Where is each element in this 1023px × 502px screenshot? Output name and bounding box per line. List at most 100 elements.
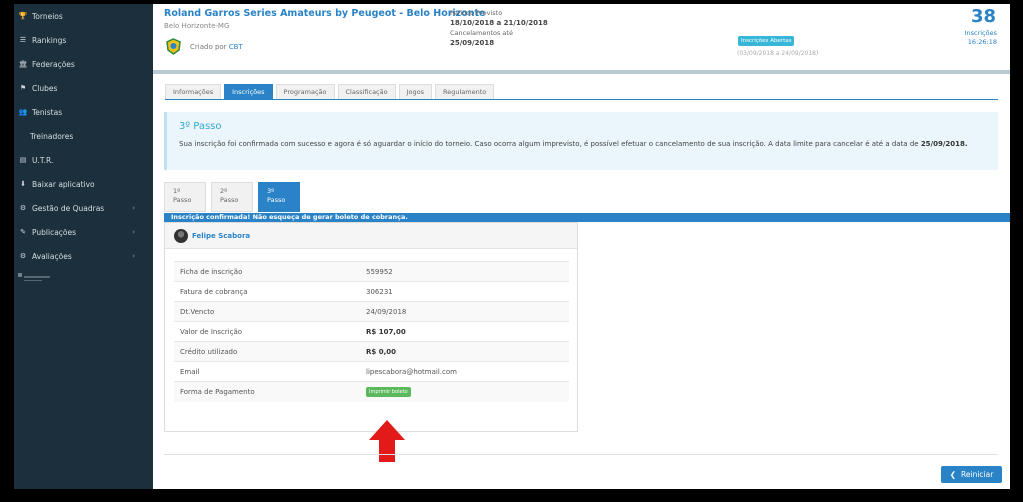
sidebar-item-publicacoes[interactable]: ✎ Publicações › <box>14 220 153 244</box>
step-2[interactable]: 2º Passo <box>211 182 253 212</box>
created-by: Criado por CBT <box>190 43 243 51</box>
red-arrow-up-icon <box>369 420 405 462</box>
step-3[interactable]: 3º Passo <box>258 182 300 212</box>
gear-icon: ⚙ <box>19 252 27 260</box>
table-row: Valor de Inscrição R$ 107,00 <box>174 321 569 342</box>
created-by-label: Criado por <box>190 43 227 51</box>
detail-label: Fatura de cobrança <box>174 281 360 302</box>
sidebar-item-avaliacoes[interactable]: ⚙ Avaliações › <box>14 244 153 268</box>
cbt-logo-icon <box>166 38 181 55</box>
reiniciar-label: Reiniciar <box>961 470 994 479</box>
tab-jogos[interactable]: Jogos <box>398 84 432 100</box>
detail-value: 24/09/2018 <box>360 301 569 322</box>
registration-panel: Felipe Scabora Ficha de inscrição 559952… <box>164 222 578 432</box>
registrations-label: Inscrições 16:26:18 <box>965 29 997 47</box>
print-boleto-button[interactable]: Imprimir boleto <box>366 386 411 397</box>
sidebar-item-treinadores[interactable]: Treinadores <box>14 124 153 148</box>
list-icon: ☰ <box>19 36 27 44</box>
tab-inscricoes[interactable]: Inscrições <box>224 84 273 100</box>
sidebar-brand-logo <box>14 268 153 290</box>
detail-value: R$ 107,00 <box>360 321 569 342</box>
step-label: Passo <box>220 196 239 204</box>
sidebar-item-torneios[interactable]: 🏆 Torneios <box>14 4 153 28</box>
detail-value: 559952 <box>360 261 569 282</box>
step-1[interactable]: 1º Passo <box>164 182 206 212</box>
users-icon: 👥 <box>18 108 28 116</box>
table-row: Crédito utilizado R$ 0,00 <box>174 341 569 362</box>
step-info-box: 3º Passo Sua inscrição foi confirmada co… <box>164 112 998 170</box>
sidebar: 🏆 Torneios ☰ Rankings 🏛 Federações ⚑ Clu… <box>14 4 153 489</box>
tab-regulamento[interactable]: Regulamento <box>434 84 495 100</box>
main-content: Roland Garros Series Amateurs by Peugeot… <box>153 4 1010 489</box>
sidebar-item-utr[interactable]: ▤ U.T.R. <box>14 148 153 172</box>
sidebar-item-federacoes[interactable]: 🏛 Federações <box>14 52 153 76</box>
sidebar-item-label: Baixar aplicativo <box>32 179 95 189</box>
user-row: Felipe Scabora <box>165 223 577 249</box>
sidebar-item-gestao-de-quadras[interactable]: ⚙ Gestão de Quadras › <box>14 196 153 220</box>
reiniciar-button[interactable]: ❮ Reiniciar <box>941 466 1002 483</box>
created-by-link[interactable]: CBT <box>229 43 243 51</box>
tab-classificacao[interactable]: Classificação <box>337 84 396 100</box>
sidebar-item-label: Federações <box>32 59 75 69</box>
step-title: 3º Passo <box>179 121 222 132</box>
detail-value: lipescabora@hotmail.com <box>360 361 569 382</box>
registrations-count: 38 <box>970 6 996 27</box>
registration-details-table: Ficha de inscrição 559952 Fatura de cobr… <box>174 261 569 402</box>
detail-value: 306231 <box>360 281 569 302</box>
sidebar-item-label: Avaliações <box>32 251 72 261</box>
sidebar-item-label: Tenistas <box>32 107 63 117</box>
table-row: Ficha de inscrição 559952 <box>174 261 569 282</box>
status-badge: Inscrições Abertas <box>738 36 795 46</box>
detail-label: Dt.Vencto <box>174 301 360 322</box>
sidebar-item-tenistas[interactable]: 👥 Tenistas <box>14 100 153 124</box>
edit-icon: ✎ <box>20 228 26 236</box>
tab-programacao[interactable]: Programação <box>275 84 335 100</box>
tournament-city: Belo Horizonte-MG <box>164 22 230 30</box>
step-indicator: 1º Passo 2º Passo 3º Passo <box>164 182 300 212</box>
user-name[interactable]: Felipe Scabora <box>192 232 250 240</box>
registrations-count-label: Inscrições <box>964 29 997 37</box>
detail-value: R$ 0,00 <box>360 341 569 362</box>
step-label: Passo <box>173 196 192 204</box>
sidebar-item-label: Publicações <box>32 227 77 237</box>
step-text: Sua inscrição foi confirmada com sucesso… <box>179 140 968 148</box>
avatar <box>174 228 188 243</box>
gear-icon: ⚙ <box>19 204 27 212</box>
table-row: Email lipescabora@hotmail.com <box>174 361 569 382</box>
detail-label: Valor de Inscrição <box>174 321 360 342</box>
step-number: 3º <box>267 187 275 195</box>
step-label: Passo <box>267 196 286 204</box>
sidebar-item-label: Clubes <box>32 83 58 93</box>
sidebar-item-label: U.T.R. <box>32 155 54 165</box>
chevron-right-icon: › <box>132 252 135 260</box>
period-value: 18/10/2018 a 21/10/2018 <box>450 19 548 27</box>
period-label: Período Previsto <box>450 9 503 17</box>
sidebar-item-baixar-aplicativo[interactable]: ⬇ Baixar aplicativo <box>14 172 153 196</box>
sidebar-item-rankings[interactable]: ☰ Rankings <box>14 28 153 52</box>
step-number: 2º <box>220 187 228 195</box>
table-row: Forma de Pagamento Imprimir boleto <box>174 381 569 402</box>
detail-label: Crédito utilizado <box>174 341 360 362</box>
detail-label: Forma de Pagamento <box>174 381 360 402</box>
tournament-title[interactable]: Roland Garros Series Amateurs by Peugeot… <box>164 8 485 19</box>
registration-period: (03/09/2018 a 24/09/2018) <box>737 50 819 57</box>
detail-value: Imprimir boleto <box>360 381 569 402</box>
flag-icon: ⚑ <box>19 84 27 92</box>
tournament-dates: Período Previsto 18/10/2018 a 21/10/2018… <box>450 8 548 48</box>
countdown-timer: 16:26:18 <box>967 38 997 46</box>
step-text-body: Sua inscrição foi confirmada com sucesso… <box>179 140 921 148</box>
chevron-right-icon: › <box>132 228 135 236</box>
sidebar-item-label: Treinadores <box>30 131 74 141</box>
footer-divider <box>164 454 998 455</box>
sidebar-item-clubes[interactable]: ⚑ Clubes <box>14 76 153 100</box>
tabs-underline <box>165 99 998 100</box>
trophy-icon: 🏆 <box>18 12 28 20</box>
tab-informacoes[interactable]: Informações <box>165 84 222 100</box>
header-divider <box>153 70 1010 74</box>
brand-logo-icon <box>18 273 50 281</box>
table-row: Dt.Vencto 24/09/2018 <box>174 301 569 322</box>
ranking-icon: ▤ <box>19 156 27 164</box>
chevron-right-icon: › <box>132 204 135 212</box>
tournament-header: Roland Garros Series Amateurs by Peugeot… <box>153 4 1010 71</box>
tournament-tabs: Informações Inscrições Programação Class… <box>165 84 495 100</box>
